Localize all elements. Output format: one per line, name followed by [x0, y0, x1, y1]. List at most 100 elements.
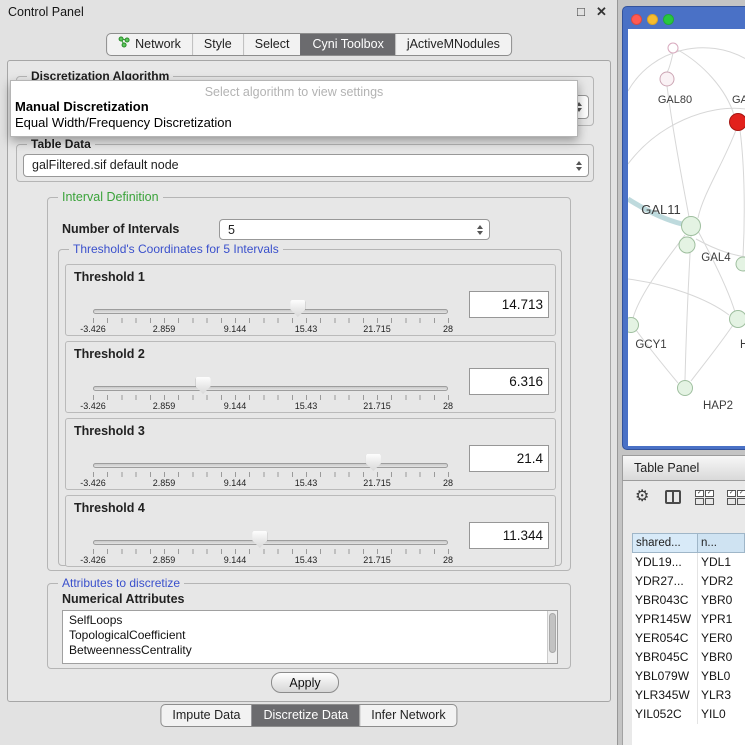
table-row[interactable]: YDL19... YDL1 — [632, 553, 745, 572]
window-title: Control Panel — [8, 5, 84, 19]
tab-cyni-toolbox[interactable]: Cyni Toolbox — [300, 34, 394, 55]
cell-name[interactable]: YLR3 — [698, 686, 745, 705]
table-row[interactable]: YPR145W YPR1 — [632, 610, 745, 629]
scale-label: 28 — [443, 478, 453, 488]
scale-label: 9.144 — [224, 324, 247, 334]
cell-shared-name[interactable]: YBR045C — [632, 648, 698, 667]
gear-icon[interactable]: ⚙ — [635, 486, 649, 506]
dropdown-option-equal-width[interactable]: Equal Width/Frequency Discretization — [11, 115, 577, 131]
minimize-traffic-light-icon[interactable] — [647, 14, 658, 25]
threshold-panel-4: Threshold 4 11.344 -3.426 2.859 9.144 15… — [65, 495, 556, 567]
cell-name[interactable]: YBR0 — [698, 648, 745, 667]
scale-label: 21.715 — [363, 401, 391, 411]
tab-discretize-data[interactable]: Discretize Data — [252, 705, 360, 726]
cell-shared-name[interactable]: YDL19... — [632, 553, 698, 572]
thresholds-group-title: Threshold's Coordinates for 5 Intervals — [69, 242, 283, 256]
attributes-scrollbar[interactable] — [547, 611, 557, 663]
network-node-selected[interactable] — [730, 114, 745, 131]
attributes-listbox[interactable]: SelfLoops TopologicalCoefficient Between… — [62, 610, 558, 664]
cell-name[interactable]: YBR0 — [698, 591, 745, 610]
list-item[interactable]: SelfLoops — [63, 611, 557, 628]
table-row[interactable]: YBL079W YBL0 — [632, 667, 745, 686]
cell-shared-name[interactable]: YBL079W — [632, 667, 698, 686]
slider-thumb[interactable] — [252, 531, 267, 548]
scrollbar-thumb[interactable] — [549, 613, 556, 653]
threshold-value-field[interactable]: 14.713 — [469, 291, 549, 318]
cell-shared-name[interactable]: YLR345W — [632, 686, 698, 705]
tab-cyni-toolbox-label: Cyni Toolbox — [312, 34, 383, 55]
slider-thumb[interactable] — [290, 300, 305, 317]
network-canvas[interactable]: GAL80 GA GAL11 GAL4 GCY1 H HAP2 — [628, 29, 745, 446]
apply-button[interactable]: Apply — [271, 672, 339, 693]
table-row[interactable]: YDR27... YDR2 — [632, 572, 745, 591]
select-columns-icon[interactable]: ✓✓ — [695, 490, 715, 505]
cell-shared-name[interactable]: YBR043C — [632, 591, 698, 610]
list-item[interactable]: TopologicalCoefficient — [63, 628, 557, 643]
row-filter-icon[interactable]: ✓✓ — [727, 490, 745, 505]
network-node[interactable] — [660, 72, 674, 86]
number-of-intervals-value: 5 — [228, 220, 235, 241]
table-row[interactable]: YLR345W YLR3 — [632, 686, 745, 705]
table-row[interactable]: YBR045C YBR0 — [632, 648, 745, 667]
node-table: shared... n... YDL19... YDL1 YDR27... YD… — [632, 533, 745, 745]
threshold-value-field[interactable]: 21.4 — [469, 445, 549, 472]
interval-group-title: Interval Definition — [58, 190, 163, 204]
slider-track[interactable] — [93, 540, 448, 545]
column-header-name[interactable]: n... — [698, 533, 745, 553]
columns-icon[interactable] — [665, 490, 681, 504]
network-node[interactable] — [668, 43, 678, 53]
table-row[interactable]: YER054C YER0 — [632, 629, 745, 648]
tab-network[interactable]: Network — [107, 34, 192, 55]
slider-scale-labels: -3.426 2.859 9.144 15.43 21.715 28 — [93, 324, 448, 335]
slider-track[interactable] — [93, 463, 448, 468]
tab-infer-network[interactable]: Infer Network — [359, 705, 456, 726]
threshold-value-field[interactable]: 11.344 — [469, 522, 549, 549]
algorithm-dropdown-list: Select algorithm to view settings Manual… — [10, 80, 578, 137]
list-item[interactable]: BetweennessCentrality — [63, 643, 557, 658]
scale-label: 9.144 — [224, 401, 247, 411]
dropdown-option-manual-discretization[interactable]: Manual Discretization — [11, 99, 577, 115]
slider-scale-labels: -3.426 2.859 9.144 15.43 21.715 28 — [93, 555, 448, 566]
table-row[interactable]: YIL052C YIL0 — [632, 705, 745, 724]
cell-shared-name[interactable]: YIL052C — [632, 705, 698, 724]
threshold-value-field[interactable]: 6.316 — [469, 368, 549, 395]
tab-style[interactable]: Style — [192, 34, 243, 55]
number-of-intervals-combobox[interactable]: 5 — [219, 219, 490, 240]
cell-name[interactable]: YPR1 — [698, 610, 745, 629]
table-header-row: shared... n... — [632, 533, 745, 553]
network-node[interactable] — [682, 217, 701, 236]
close-icon[interactable]: ✕ — [596, 4, 607, 20]
cell-shared-name[interactable]: YER054C — [632, 629, 698, 648]
table-panel: ⚙ ✓✓ ✓✓ shared... n... YDL19... YDL1 YDR… — [622, 481, 745, 745]
tab-jactivemnodules[interactable]: jActiveMNodules — [395, 34, 511, 55]
cell-name[interactable]: YER0 — [698, 629, 745, 648]
column-header-shared-name[interactable]: shared... — [632, 533, 698, 553]
node-label-gcy1: GCY1 — [635, 339, 666, 351]
table-data-combobox[interactable]: galFiltered.sif default node — [23, 154, 589, 177]
zoom-traffic-light-icon[interactable] — [663, 14, 674, 25]
tab-select[interactable]: Select — [243, 34, 301, 55]
cell-name[interactable]: YDR2 — [698, 572, 745, 591]
cell-shared-name[interactable]: YPR145W — [632, 610, 698, 629]
scale-label: 28 — [443, 324, 453, 334]
network-node[interactable] — [730, 311, 745, 328]
slider-track[interactable] — [93, 386, 448, 391]
slider-thumb[interactable] — [196, 377, 211, 394]
scale-label: 28 — [443, 401, 453, 411]
network-node[interactable] — [736, 257, 745, 271]
close-traffic-light-icon[interactable] — [631, 14, 642, 25]
cell-name[interactable]: YDL1 — [698, 553, 745, 572]
tab-impute-data[interactable]: Impute Data — [161, 705, 251, 726]
minimize-icon[interactable]: □ — [577, 4, 585, 19]
network-node[interactable] — [628, 318, 639, 333]
network-node[interactable] — [679, 237, 695, 253]
slider-thumb[interactable] — [366, 454, 381, 471]
table-row[interactable]: YBR043C YBR0 — [632, 591, 745, 610]
cell-name[interactable]: YIL0 — [698, 705, 745, 724]
combo-arrows-icon — [477, 225, 483, 235]
slider-track[interactable] — [93, 309, 448, 314]
cell-name[interactable]: YBL0 — [698, 667, 745, 686]
scale-label: 21.715 — [363, 324, 391, 334]
network-node[interactable] — [678, 381, 693, 396]
cell-shared-name[interactable]: YDR27... — [632, 572, 698, 591]
